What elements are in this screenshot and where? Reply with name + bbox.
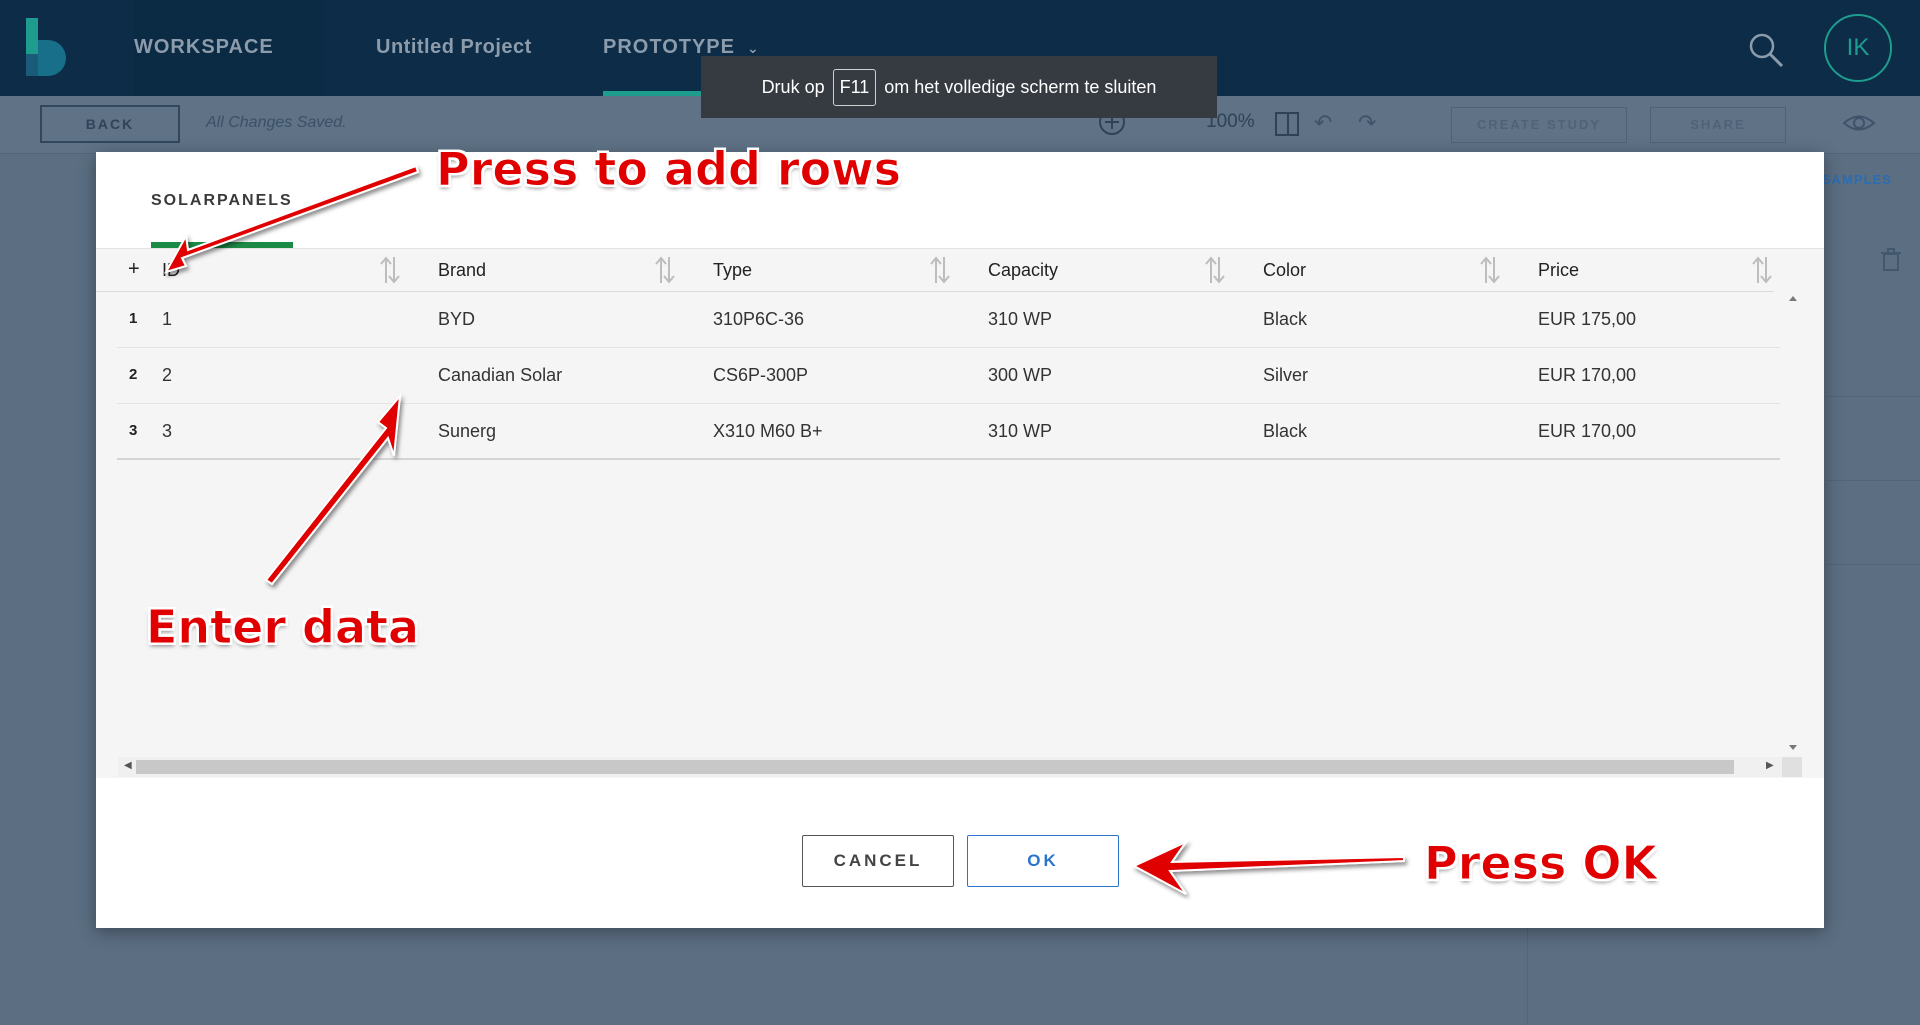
back-button[interactable]: BACK [40, 105, 180, 143]
cancel-button[interactable]: CANCEL [802, 835, 954, 887]
cell-color[interactable]: Black [1263, 309, 1307, 330]
sort-icon[interactable] [653, 255, 677, 285]
table-row[interactable]: 1 1 BYD 310P6C-36 310 WP Black EUR 175,0… [117, 292, 1780, 348]
grid-header: + ID Brand Type Capacity Color Price [96, 249, 1774, 292]
create-study-button[interactable]: CREATE STUDY [1451, 107, 1627, 143]
preview-eye-icon[interactable] [1842, 110, 1876, 136]
vertical-scrollbar[interactable] [1784, 293, 1802, 753]
scroll-right-arrow-icon[interactable]: ▶ [1766, 760, 1774, 771]
app-logo-icon[interactable] [26, 18, 68, 76]
table-row[interactable]: 2 2 Canadian Solar CS6P-300P 300 WP Silv… [117, 348, 1780, 404]
column-header-id[interactable]: ID [162, 260, 180, 281]
save-status: All Changes Saved. [206, 114, 347, 131]
user-avatar[interactable]: IK [1824, 14, 1892, 82]
share-button[interactable]: SHARE [1650, 107, 1786, 143]
cell-capacity[interactable]: 310 WP [988, 421, 1052, 442]
cell-id[interactable]: 1 [162, 309, 172, 330]
sort-icon[interactable] [378, 255, 402, 285]
annotation-add-rows: Press to add rows [435, 142, 902, 197]
cell-id[interactable]: 3 [162, 421, 172, 442]
data-grid: + ID Brand Type Capacity Color Price 1 1… [96, 248, 1824, 778]
column-header-price[interactable]: Price [1538, 260, 1579, 281]
redo-icon[interactable]: ↷ [1358, 110, 1376, 136]
toast-key: F11 [832, 68, 877, 106]
horizontal-scrollbar[interactable]: ◀ ▶ [118, 757, 1802, 777]
search-icon[interactable] [1746, 30, 1786, 70]
cell-brand[interactable]: Sunerg [438, 421, 496, 442]
column-header-capacity[interactable]: Capacity [988, 260, 1058, 281]
ok-button[interactable]: OK [967, 835, 1119, 887]
cell-type[interactable]: CS6P-300P [713, 365, 808, 386]
tab-solarpanels[interactable]: SOLARPANELS [151, 192, 293, 210]
panel-divider [1827, 564, 1920, 565]
undo-icon[interactable]: ↶ [1314, 110, 1332, 136]
nav-project[interactable]: Untitled Project [376, 0, 532, 96]
chevron-down-icon: ⌄ [747, 40, 760, 56]
table-row[interactable]: 3 3 Sunerg X310 M60 B+ 310 WP Black EUR … [117, 404, 1780, 460]
sort-icon[interactable] [1750, 255, 1774, 285]
panel-divider [1827, 396, 1920, 397]
scroll-left-arrow-icon[interactable]: ◀ [124, 760, 132, 771]
toast-suffix: om het volledige scherm te sluiten [884, 76, 1157, 97]
nav-workspace-label: WORKSPACE [134, 36, 274, 58]
toast-prefix: Druk op [761, 76, 825, 97]
trash-icon[interactable] [1880, 248, 1902, 272]
annotation-enter-data: Enter data [145, 600, 420, 655]
row-number: 2 [129, 366, 138, 383]
column-header-color[interactable]: Color [1263, 260, 1306, 281]
scrollbar-thumb[interactable] [136, 760, 1734, 774]
cell-color[interactable]: Silver [1263, 365, 1308, 386]
sort-icon[interactable] [1203, 255, 1227, 285]
row-number: 1 [129, 310, 138, 327]
panel-divider [1827, 480, 1920, 481]
cell-brand[interactable]: BYD [438, 309, 475, 330]
cell-price[interactable]: EUR 170,00 [1538, 365, 1636, 386]
cell-price[interactable]: EUR 170,00 [1538, 421, 1636, 442]
cell-type[interactable]: 310P6C-36 [713, 309, 804, 330]
cell-capacity[interactable]: 310 WP [988, 309, 1052, 330]
cell-brand[interactable]: Canadian Solar [438, 365, 562, 386]
cell-capacity[interactable]: 300 WP [988, 365, 1052, 386]
cell-color[interactable]: Black [1263, 421, 1307, 442]
cell-id[interactable]: 2 [162, 365, 172, 386]
row-number: 3 [129, 422, 138, 439]
nav-project-label: Untitled Project [376, 36, 532, 58]
nav-prototype-label: PROTOTYPE [603, 36, 735, 58]
cell-price[interactable]: EUR 175,00 [1538, 309, 1636, 330]
sort-icon[interactable] [1478, 255, 1502, 285]
fullscreen-toast: Druk op F11 om het volledige scherm te s… [701, 56, 1217, 118]
cell-type[interactable]: X310 M60 B+ [713, 421, 823, 442]
add-row-button[interactable]: + [128, 258, 140, 281]
scrollbar-corner [1782, 757, 1802, 777]
sort-icon[interactable] [928, 255, 952, 285]
annotation-press-ok: Press OK [1423, 836, 1658, 891]
nav-workspace[interactable]: WORKSPACE [134, 0, 324, 96]
data-table-dialog: SOLARPANELS + ID Brand Type Capacity Col… [96, 152, 1824, 928]
samples-tab[interactable]: SAMPLES [1822, 172, 1892, 187]
panel-toggle-icon[interactable] [1274, 111, 1300, 137]
column-header-type[interactable]: Type [713, 260, 752, 281]
column-header-brand[interactable]: Brand [438, 260, 486, 281]
